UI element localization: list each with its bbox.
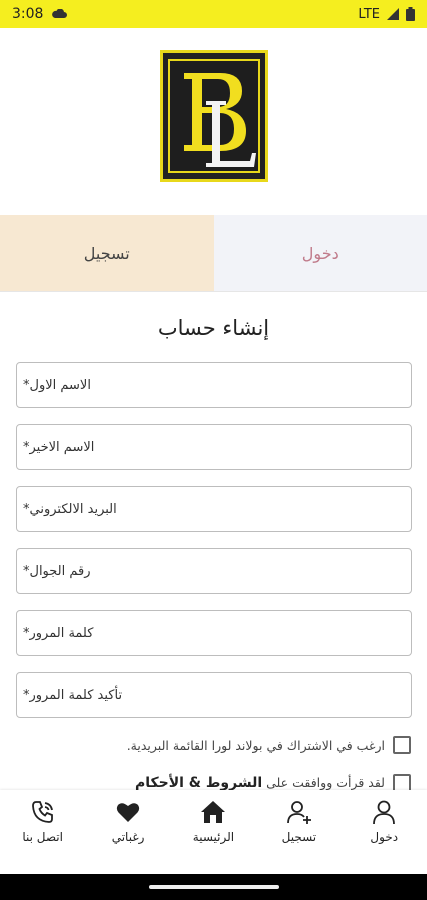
page-title: إنشاء حساب — [157, 316, 270, 340]
system-nav-bar — [0, 874, 427, 900]
required-marker: * — [23, 377, 30, 393]
cloud-icon — [52, 9, 68, 18]
first-name-field[interactable]: الاسم الاول * — [16, 362, 412, 408]
field-label: كلمة المرور — [29, 625, 94, 641]
tab-login[interactable]: دخول — [213, 215, 427, 291]
nav-home[interactable]: الرئيسية — [173, 798, 253, 844]
heart-icon — [114, 798, 142, 826]
newsletter-row: ارغب في الاشتراك في بولاند لورا القائمة … — [0, 734, 427, 756]
email-field[interactable]: البريد الالكتروني * — [16, 486, 412, 532]
required-marker: * — [23, 687, 30, 703]
required-marker: * — [23, 625, 30, 641]
status-bar: 3:08 LTE — [0, 0, 427, 28]
status-time: 3:08 — [12, 6, 44, 22]
brand-logo — [160, 50, 268, 182]
add-user-icon — [285, 798, 313, 826]
mobile-field[interactable]: رقم الجوال * — [16, 548, 412, 594]
home-gesture-pill[interactable] — [148, 885, 279, 889]
terms-link[interactable]: الشروط & الأحكام — [135, 775, 262, 791]
password-field[interactable]: كلمة المرور * — [16, 610, 412, 656]
last-name-field[interactable]: الاسم الاخير * — [16, 424, 412, 470]
field-label: الاسم الاول — [29, 377, 91, 393]
terms-prefix: لقد قرأت ووافقت على — [266, 775, 385, 790]
nav-register[interactable]: تسجيل — [259, 798, 339, 844]
field-label: رقم الجوال — [29, 563, 91, 579]
home-icon — [199, 798, 227, 826]
nav-contact[interactable]: اتصل بنا — [3, 798, 83, 844]
logo-monogram — [170, 61, 258, 171]
nav-login[interactable]: دخول — [344, 798, 424, 844]
nav-label: اتصل بنا — [22, 830, 63, 844]
terms-label: لقد قرأت ووافقت على الشروط & الأحكام — [135, 775, 385, 791]
tab-register[interactable]: تسجيل — [0, 215, 214, 291]
nav-label: دخول — [370, 830, 399, 844]
phone-icon — [29, 798, 57, 826]
nav-label: رغباتي — [111, 830, 145, 844]
confirm-password-field[interactable]: تأكيد كلمة المرور * — [16, 672, 412, 718]
field-label: البريد الالكتروني — [29, 501, 117, 517]
network-type: LTE — [358, 6, 380, 22]
bottom-nav: اتصل بنا رغباتي الرئيسية تسجيل دخول — [0, 790, 427, 874]
newsletter-label: ارغب في الاشتراك في بولاند لورا القائمة … — [126, 737, 385, 753]
required-marker: * — [23, 439, 30, 455]
nav-label: الرئيسية — [192, 830, 235, 844]
field-label: تأكيد كلمة المرور — [29, 687, 123, 703]
battery-icon — [406, 7, 415, 21]
auth-tabs: تسجيل دخول — [0, 215, 427, 292]
signal-icon — [387, 8, 399, 20]
newsletter-checkbox[interactable] — [393, 736, 411, 754]
user-icon — [370, 798, 398, 826]
required-marker: * — [23, 563, 30, 579]
required-marker: * — [23, 501, 30, 517]
nav-wishlist[interactable]: رغباتي — [88, 798, 168, 844]
nav-label: تسجيل — [281, 830, 317, 844]
field-label: الاسم الاخير — [29, 439, 95, 455]
